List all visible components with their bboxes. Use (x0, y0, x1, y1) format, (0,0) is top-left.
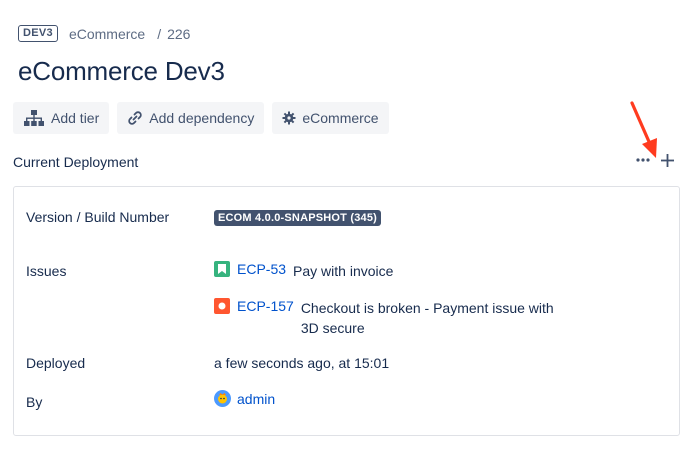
issue-key-link[interactable]: ECP-157 (237, 298, 294, 338)
add-dependency-label: Add dependency (149, 110, 255, 126)
section-title: Current Deployment (13, 154, 139, 170)
deployed-label: Deployed (26, 355, 86, 371)
breadcrumb-id[interactable]: 226 (167, 26, 190, 42)
issues-label: Issues (26, 263, 67, 279)
deployed-value: a few seconds ago, at 15:01 (214, 355, 390, 371)
story-icon (214, 261, 230, 277)
breadcrumb: DEV3 eCommerce / 226 (18, 25, 190, 42)
issue-summary: Pay with invoice (293, 263, 394, 279)
bug-icon (214, 298, 230, 314)
add-dependency-button[interactable]: Add dependency (117, 102, 265, 134)
issue-row: ECP-157 Checkout is broken - Payment iss… (214, 298, 571, 338)
gear-icon (282, 111, 296, 125)
deployed-by-user[interactable]: admin (214, 390, 275, 407)
environment-badge: DEV3 (18, 25, 58, 42)
version-lozenge: ECOM 4.0.0-SNAPSHOT (345) (214, 210, 382, 226)
ecommerce-label: eCommerce (302, 110, 379, 126)
breadcrumb-project-link[interactable]: eCommerce (69, 26, 145, 42)
avatar (214, 390, 231, 407)
version-label: Version / Build Number (26, 209, 170, 225)
toolbar: Add tier Add dependency eCommerce (13, 102, 389, 134)
by-label: By (26, 394, 43, 410)
issue-row: ECP-53 Pay with invoice (214, 261, 563, 281)
add-tier-button[interactable]: Add tier (13, 102, 110, 134)
version-value: ECOM 4.0.0-SNAPSHOT (345) (214, 208, 382, 226)
annotation-arrow-icon (630, 101, 657, 158)
link-icon (128, 111, 142, 125)
breadcrumb-separator: / (157, 25, 162, 42)
ecommerce-button[interactable]: eCommerce (272, 102, 389, 134)
issue-summary: Checkout is broken - Payment issue with … (300, 300, 554, 336)
hierarchy-icon (24, 110, 44, 126)
page-title: eCommerce Dev3 (18, 56, 225, 86)
user-name-link[interactable]: admin (237, 391, 275, 407)
add-tier-label: Add tier (51, 110, 100, 126)
issue-key-link[interactable]: ECP-53 (237, 261, 286, 281)
current-deployment-panel: Version / Build Number ECOM 4.0.0-SNAPSH… (13, 186, 680, 436)
